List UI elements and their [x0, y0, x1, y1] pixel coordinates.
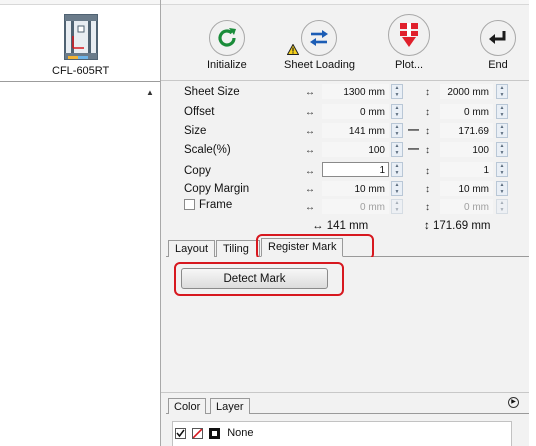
plot-label: Plot... [394, 59, 424, 71]
width-arrow-icon: ↔ [305, 145, 315, 156]
height-arrow-icon: ↕ [425, 184, 430, 195]
height-arrow-icon: ↕ [425, 126, 430, 137]
copy-margin-y-field[interactable]: 10 mm [440, 181, 493, 196]
width-arrow-icon: ↔ [305, 87, 315, 98]
copy-label: Copy [184, 165, 211, 177]
lower-divider [161, 392, 529, 393]
swap-arrows-icon [301, 20, 338, 56]
tab-color[interactable]: Color [168, 398, 207, 414]
plot-button[interactable]: Plot... [388, 14, 430, 71]
height-arrow-icon: ↕ [425, 166, 430, 177]
no-color-icon [192, 427, 204, 439]
frame-height-field: 0 mm [440, 199, 493, 214]
frame-width-stepper: ▲ ▼ [391, 199, 403, 214]
sheet-size-height-field[interactable]: 2000 mm [440, 84, 493, 99]
width-arrow-icon: ↔ [305, 107, 315, 118]
sheet-size-height-stepper[interactable]: ▲ ▼ [496, 84, 508, 99]
copy-margin-label: Copy Margin [184, 183, 250, 195]
size-height-field[interactable]: 171.69 mm [440, 123, 493, 152]
total-width-value: 141 mm [326, 220, 369, 232]
sheet-size-width-stepper[interactable]: ▲ ▼ [391, 84, 403, 99]
total-width: ↔ 141 mm [312, 220, 368, 232]
sheet-size-width-field[interactable]: 1300 mm [322, 84, 389, 99]
machine-label: CFL-605RT [52, 65, 110, 77]
toolbar-divider [161, 80, 529, 81]
height-arrow-icon: ↕ [425, 87, 430, 98]
scale-height-field[interactable]: 100 [440, 142, 493, 157]
copy-count-x-field[interactable]: 1 [322, 162, 389, 177]
tab-layout[interactable]: Layout [168, 240, 216, 257]
initialize-button[interactable]: Initialize [207, 20, 247, 71]
height-arrow-icon: ↕ [424, 220, 433, 232]
machine-icon [64, 14, 98, 60]
copy-count-y-stepper[interactable]: ▲ ▼ [496, 162, 508, 177]
detect-mark-highlight [174, 262, 344, 296]
scale-link-icon[interactable]: — [408, 143, 419, 155]
copy-margin-y-stepper[interactable]: ▲ ▼ [496, 181, 508, 196]
total-height: ↕ 171.69 mm [424, 220, 490, 232]
copy-count-y-field[interactable]: 1 [440, 162, 493, 177]
height-arrow-icon: ↕ [425, 202, 430, 213]
width-arrow-icon: ↔ [305, 184, 315, 195]
frame-width-field: 0 mm [322, 199, 389, 214]
frame-label: Frame [199, 199, 233, 211]
color-swatch-icon [209, 427, 221, 439]
offset-height-field[interactable]: 0 mm [440, 104, 493, 119]
scale-width-stepper[interactable]: ▲ ▼ [391, 142, 403, 157]
copy-margin-x-stepper[interactable]: ▲ ▼ [391, 181, 403, 196]
width-arrow-icon: ↔ [305, 126, 315, 137]
tab-layer[interactable]: Layer [210, 398, 250, 414]
scale-height-stepper[interactable]: ▲ ▼ [496, 142, 508, 157]
plotter-pen-icon [388, 14, 430, 56]
sheet-size-label: Sheet Size [184, 86, 240, 98]
color-item-label: None [227, 427, 254, 440]
size-label: Size [184, 125, 207, 137]
scroll-up-icon[interactable]: ▲ [146, 88, 154, 97]
offset-height-stepper[interactable]: ▲ ▼ [496, 104, 508, 119]
frame-height-stepper: ▲ ▼ [496, 199, 508, 214]
sheet-loading-label: Sheet Loading [284, 59, 355, 71]
aspect-link-icon[interactable]: — [408, 124, 419, 136]
refresh-icon [208, 20, 245, 56]
offset-width-field[interactable]: 0 mm [322, 104, 389, 119]
height-arrow-icon: ↕ [425, 145, 430, 156]
initialize-label: Initialize [207, 59, 247, 71]
width-arrow-icon: ↔ [305, 166, 315, 177]
size-height-stepper[interactable]: ▲ ▼ [496, 123, 508, 138]
warning-icon [286, 43, 300, 58]
scale-width-field[interactable]: 100 [322, 142, 389, 157]
size-width-stepper[interactable]: ▲ ▼ [391, 123, 403, 138]
color-list-item[interactable]: None [175, 427, 253, 439]
height-arrow-icon: ↕ [425, 107, 430, 118]
frame-checkbox[interactable] [184, 199, 195, 210]
return-arrow-icon [480, 20, 516, 56]
offset-label: Offset [184, 106, 215, 118]
scale-label: Scale(%) [184, 144, 231, 156]
object-list[interactable] [0, 82, 160, 446]
size-width-field[interactable]: 141 mm [322, 123, 389, 138]
color-check-icon[interactable] [175, 427, 186, 439]
end-button[interactable]: End [480, 20, 516, 71]
width-arrow-icon: ↔ [305, 202, 315, 213]
offset-width-stepper[interactable]: ▲ ▼ [391, 104, 403, 119]
copy-count-x-stepper[interactable]: ▲ ▼ [391, 162, 403, 177]
window-edge [529, 0, 536, 446]
copy-margin-x-field[interactable]: 10 mm [322, 181, 389, 196]
end-label: End [488, 59, 508, 71]
total-height-value: 171.69 mm [432, 220, 491, 232]
width-arrow-icon: ↔ [312, 220, 327, 232]
expand-icon[interactable]: ▶ [508, 397, 519, 408]
tab-tiling[interactable]: Tiling [216, 240, 260, 257]
